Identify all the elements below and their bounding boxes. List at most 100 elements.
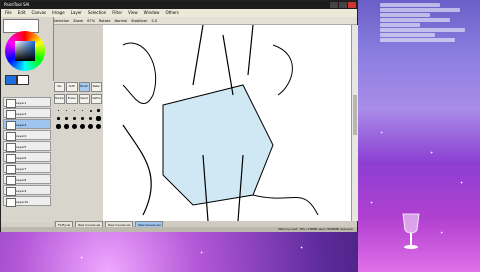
- menu-bar: File Edit Canvas Image Layer Selection F…: [1, 9, 357, 17]
- brush-size-dot: [97, 109, 100, 112]
- brush-size-option[interactable]: [95, 115, 102, 122]
- sparkle-icon: ✦: [380, 130, 384, 135]
- toolbar-rotate[interactable]: Rotate: [99, 17, 110, 24]
- layer-item[interactable]: Layer6: [3, 152, 51, 163]
- brush-size-option[interactable]: [87, 107, 94, 114]
- brush-size-dot: [89, 109, 92, 112]
- brush-size-dot: [57, 117, 60, 120]
- layer-thumbnail: [6, 110, 16, 119]
- tool-pen[interactable]: Pen: [54, 82, 66, 92]
- menu-canvas[interactable]: Canvas: [31, 9, 46, 17]
- brush-size-option[interactable]: [55, 123, 62, 130]
- brush-size-option[interactable]: [63, 123, 70, 130]
- goblet-icon: [402, 213, 420, 249]
- layer-item[interactable]: Layer1: [3, 97, 51, 108]
- toolbar-zoom[interactable]: Zoom: [73, 17, 83, 24]
- status-bar: Memory Load: 18% (138MB used / 8000MB re…: [1, 227, 357, 232]
- toolbar-stabilizer-value[interactable]: S-5: [151, 17, 157, 24]
- close-button[interactable]: [348, 2, 356, 8]
- tool-eraser[interactable]: Eraser: [66, 94, 78, 104]
- brush-size-option[interactable]: [79, 123, 86, 130]
- brush-size-option[interactable]: [95, 107, 102, 114]
- layer-name: Layer9: [16, 189, 27, 193]
- skirt-hem-line: [252, 194, 319, 216]
- sparkle-icon: ✦: [80, 255, 84, 260]
- maximize-button[interactable]: [339, 2, 347, 8]
- menu-view[interactable]: View: [128, 9, 138, 17]
- drawing-canvas[interactable]: [103, 25, 355, 221]
- toolbar-mode[interactable]: Normal: [114, 17, 127, 24]
- layer-thumbnail: [6, 154, 16, 163]
- layer-item[interactable]: Layer4: [3, 130, 51, 141]
- layer-thumbnail: [6, 99, 16, 108]
- layer-list: Layer1 Layer2 Layer3 Layer4 Layer5 Layer…: [3, 97, 51, 237]
- tail-line: [122, 124, 152, 216]
- tool-select-eraser[interactable]: SelEra: [90, 94, 102, 104]
- brush-size-option[interactable]: [71, 123, 78, 130]
- sparkle-icon: ✦: [200, 250, 204, 255]
- brush-size-option[interactable]: [71, 107, 78, 114]
- minimize-button[interactable]: [330, 2, 338, 8]
- brush-size-dot: [79, 123, 86, 130]
- layer-name: Layer7: [16, 167, 27, 171]
- tool-marker[interactable]: Marker: [54, 94, 66, 104]
- brush-size-option[interactable]: [55, 115, 62, 122]
- brush-size-option[interactable]: [63, 107, 70, 114]
- brush-size-option[interactable]: [95, 123, 102, 130]
- brush-size-option[interactable]: [63, 115, 70, 122]
- brush-size-option[interactable]: [87, 123, 94, 130]
- tool-water[interactable]: Water: [90, 82, 102, 92]
- chat-line: [380, 23, 420, 27]
- layer-item[interactable]: Layer2: [3, 108, 51, 119]
- layer-item[interactable]: Layer10: [3, 196, 51, 207]
- brush-size-dot: [80, 116, 85, 121]
- menu-selection[interactable]: Selection: [88, 9, 106, 17]
- tool-select[interactable]: Select: [78, 94, 90, 104]
- layer-item[interactable]: Layer9: [3, 185, 51, 196]
- window-controls: [330, 2, 356, 8]
- chat-line: [380, 8, 460, 12]
- brush-size-dot: [56, 124, 61, 129]
- layer-item[interactable]: Layer8: [3, 174, 51, 185]
- layer-name: Layer4: [16, 134, 27, 138]
- layer-thumbnail: [6, 198, 16, 207]
- menu-edit[interactable]: Edit: [18, 9, 26, 17]
- primary-color-swatch[interactable]: [5, 75, 17, 85]
- canvas-scrollbar[interactable]: [351, 25, 358, 221]
- tool-airbrush[interactable]: AirBr: [66, 82, 78, 92]
- brush-size-option[interactable]: [71, 115, 78, 122]
- sparkle-icon: ✦: [430, 150, 434, 155]
- chat-line: [380, 33, 435, 37]
- brush-size-dot: [96, 116, 101, 121]
- brush-size-dot: [58, 110, 59, 111]
- toolbar-stabilizer[interactable]: Stabilizer: [131, 17, 147, 24]
- menu-image[interactable]: Image: [52, 9, 65, 17]
- menu-layer[interactable]: Layer: [71, 9, 82, 17]
- toolbar-selection[interactable]: Selection: [53, 17, 69, 24]
- brush-size-option[interactable]: [79, 115, 86, 122]
- menu-file[interactable]: File: [5, 9, 12, 17]
- brush-size-option[interactable]: [87, 115, 94, 122]
- brush-size-dot: [72, 124, 77, 129]
- toolbar-zoom-value[interactable]: 67%: [87, 17, 95, 24]
- scrollbar-thumb[interactable]: [353, 95, 357, 135]
- layer-name: Layer3: [16, 123, 27, 127]
- layer-item-selected[interactable]: Layer3: [3, 119, 51, 130]
- menu-filter[interactable]: Filter: [112, 9, 122, 17]
- chat-line: [380, 28, 465, 32]
- layer-thumbnail: [6, 176, 16, 185]
- secondary-color-swatch[interactable]: [17, 75, 29, 85]
- menu-others[interactable]: Others: [165, 9, 178, 17]
- brush-size-option[interactable]: [55, 107, 62, 114]
- layer-item[interactable]: Layer5: [3, 141, 51, 152]
- tool-row: Pen AirBr Brush Water: [53, 81, 103, 93]
- left-arm-line: [122, 42, 157, 104]
- menu-window[interactable]: Window: [144, 9, 160, 17]
- brush-size-dot: [81, 109, 84, 112]
- brush-size-dot: [87, 123, 94, 130]
- color-square[interactable]: [15, 41, 35, 61]
- layer-thumbnail: [6, 187, 16, 196]
- layer-item[interactable]: Layer7: [3, 163, 51, 174]
- brush-size-option[interactable]: [79, 107, 86, 114]
- tool-brush[interactable]: Brush: [78, 82, 90, 92]
